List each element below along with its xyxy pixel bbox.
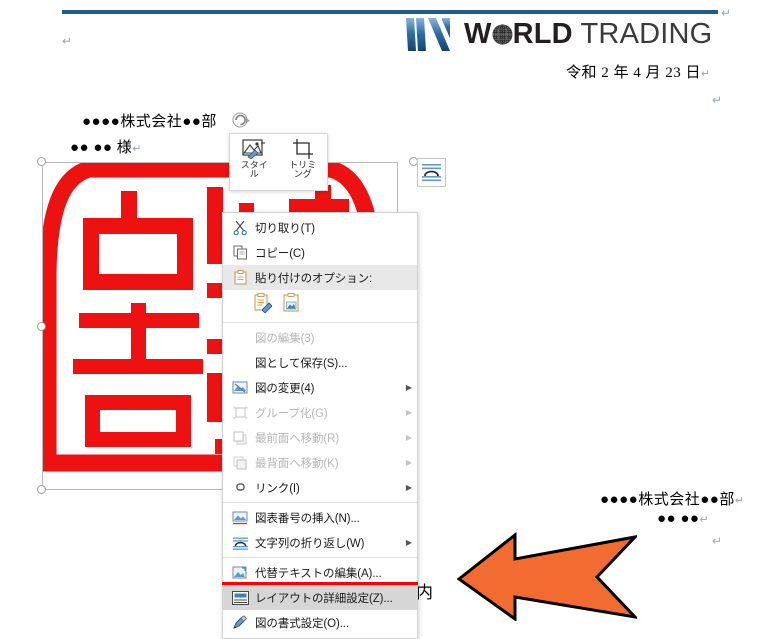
insert-caption-icon xyxy=(225,507,255,529)
alt-text-icon xyxy=(225,562,255,584)
text-wrapping-icon xyxy=(422,164,441,182)
menu-separator xyxy=(223,557,417,558)
context-menu[interactable]: 切り取り(T) コピー(C) 貼り付けのオプション: 図の編集(3) 図として保… xyxy=(222,212,418,639)
logo-word-world-part1: W xyxy=(464,17,492,50)
context-menu-item-bring-to-front: 最前面へ移動(R) ▶ xyxy=(223,425,417,450)
world-trading-logo-mark xyxy=(406,17,450,51)
logo-wordmark: W RLD TRADING xyxy=(464,17,713,50)
document-date: 令和 2 年 4 月 23 日↵ xyxy=(566,61,710,82)
context-menu-item-paste-options: 貼り付けのオプション: xyxy=(223,265,417,290)
recipient-name: ●● ●● 様↵ xyxy=(70,136,141,157)
paragraph-mark: ↵ xyxy=(699,514,709,526)
paste-picture-icon[interactable] xyxy=(282,292,301,318)
submenu-arrow-icon: ▶ xyxy=(405,458,413,467)
context-menu-label-wrap-text: 文字列の折り返し(W) xyxy=(255,537,365,550)
recipient-company: ●●●●株式会社●●部 xyxy=(82,114,217,130)
paste-keep-formatting-icon[interactable] xyxy=(253,292,273,318)
context-menu-label-edit-alt-text: 代替テキストの編集(A)... xyxy=(255,567,382,580)
context-menu-item-group: グループ化(G) ▶ xyxy=(223,400,417,425)
paragraph-mark: ↵ xyxy=(712,93,723,107)
context-menu-label-insert-caption: 図表番号の挿入(N)... xyxy=(255,512,360,525)
save-as-picture-icon xyxy=(225,352,255,374)
menu-separator xyxy=(223,322,417,323)
paragraph-mark: ↵ xyxy=(734,495,745,507)
change-picture-icon xyxy=(225,377,255,399)
paragraph-mark: ↵ xyxy=(701,68,711,80)
resize-handle-bottom-left[interactable] xyxy=(37,485,46,494)
context-menu-label-cut: 切り取り(T) xyxy=(255,222,315,235)
mini-toolbar-item-style[interactable]: スタイル xyxy=(230,138,279,180)
picture-style-icon xyxy=(242,138,266,160)
paste-icon xyxy=(225,267,255,289)
paragraph-mark: ↵ xyxy=(721,6,732,20)
context-menu-item-insert-caption[interactable]: 図表番号の挿入(N)... xyxy=(223,505,417,530)
copy-icon xyxy=(225,242,255,264)
paste-options-row[interactable] xyxy=(223,290,417,320)
context-menu-item-link[interactable]: リンク(I) ▶ xyxy=(223,475,417,500)
paragraph-mark: ↵ xyxy=(132,143,142,155)
context-menu-item-wrap-text[interactable]: 文字列の折り返し(W) ▶ xyxy=(223,530,417,555)
rotate-handle[interactable] xyxy=(232,111,251,130)
logo-word-trading: TRADING xyxy=(580,17,713,50)
mini-toolbar-item-crop[interactable]: トリミング xyxy=(279,138,328,180)
globe-icon xyxy=(492,23,513,45)
context-menu-item-cut[interactable]: 切り取り(T) xyxy=(223,215,417,240)
layout-options-button[interactable] xyxy=(417,158,446,187)
recipient-name-text: ●● ●● 様 xyxy=(70,140,133,156)
submenu-arrow-icon: ▶ xyxy=(405,383,413,392)
mini-toolbar-label-crop: トリミング xyxy=(289,160,317,180)
context-menu-label-link: リンク(I) xyxy=(255,482,300,495)
menu-separator xyxy=(223,502,417,503)
link-icon xyxy=(225,477,255,499)
context-menu-item-send-to-back: 最背面へ移動(K) ▶ xyxy=(223,450,417,475)
resize-handle-middle-left[interactable] xyxy=(37,322,46,331)
send-back-icon xyxy=(225,452,255,474)
submenu-arrow-icon: ▶ xyxy=(405,408,413,417)
submenu-arrow-icon: ▶ xyxy=(405,483,413,492)
bring-front-icon xyxy=(225,427,255,449)
context-menu-label-group: グループ化(G) xyxy=(255,407,328,420)
layout-options-icon xyxy=(225,587,255,609)
sender-company-text: ●●●●株式会社●●部 xyxy=(600,492,735,508)
context-menu-label-bring-to-front: 最前面へ移動(R) xyxy=(255,432,340,445)
context-menu-label-save-as-picture: 図として保存(S)... xyxy=(255,357,348,370)
group-icon xyxy=(225,402,255,424)
context-menu-label-change-picture: 図の変更(4) xyxy=(255,382,315,395)
context-menu-label-paste-options: 貼り付けのオプション: xyxy=(255,272,373,285)
mini-toolbar[interactable]: スタイル トリミング xyxy=(229,133,328,191)
submenu-arrow-icon: ▶ xyxy=(405,538,413,547)
sender-name: ●● ●●↵ xyxy=(657,511,709,528)
header-rule xyxy=(62,10,718,14)
mini-toolbar-label-style: スタイル xyxy=(240,160,268,180)
highlight-underline-annotation xyxy=(222,582,418,585)
wrap-text-icon xyxy=(225,532,255,554)
left-arrow-callout xyxy=(457,531,637,621)
paragraph-mark: ↵ xyxy=(62,34,73,48)
context-menu-item-change-picture[interactable]: 図の変更(4) ▶ xyxy=(223,375,417,400)
crop-icon xyxy=(292,138,314,160)
context-menu-item-more-layout-options[interactable]: レイアウトの詳細設定(Z)... xyxy=(223,585,417,610)
context-menu-item-format-picture[interactable]: 図の書式設定(O)... xyxy=(223,610,417,635)
resize-handle-top-left[interactable] xyxy=(37,157,46,166)
company-logo: W RLD TRADING xyxy=(406,16,712,52)
format-picture-icon xyxy=(225,612,255,634)
paragraph-mark: ↵ xyxy=(712,534,723,548)
context-menu-label-copy: コピー(C) xyxy=(255,247,305,260)
context-menu-label-format-picture: 図の書式設定(O)... xyxy=(255,617,349,630)
scissors-icon xyxy=(225,217,255,239)
logo-word-world-part2: RLD xyxy=(512,17,573,50)
sender-name-text: ●● ●● xyxy=(657,511,700,527)
context-menu-label-send-to-back: 最背面へ移動(K) xyxy=(255,457,339,470)
edit-picture-icon xyxy=(225,327,255,349)
context-menu-item-save-as-picture[interactable]: 図として保存(S)... xyxy=(223,350,417,375)
context-menu-item-edit-picture: 図の編集(3) xyxy=(223,325,417,350)
date-text: 令和 2 年 4 月 23 日 xyxy=(566,65,702,81)
context-menu-item-copy[interactable]: コピー(C) xyxy=(223,240,417,265)
context-menu-label-more-layout-options: レイアウトの詳細設定(Z)... xyxy=(255,592,393,605)
sender-company: ●●●●株式会社●●部↵ xyxy=(600,488,744,509)
context-menu-label-edit-picture: 図の編集(3) xyxy=(255,332,315,345)
submenu-arrow-icon: ▶ xyxy=(405,433,413,442)
